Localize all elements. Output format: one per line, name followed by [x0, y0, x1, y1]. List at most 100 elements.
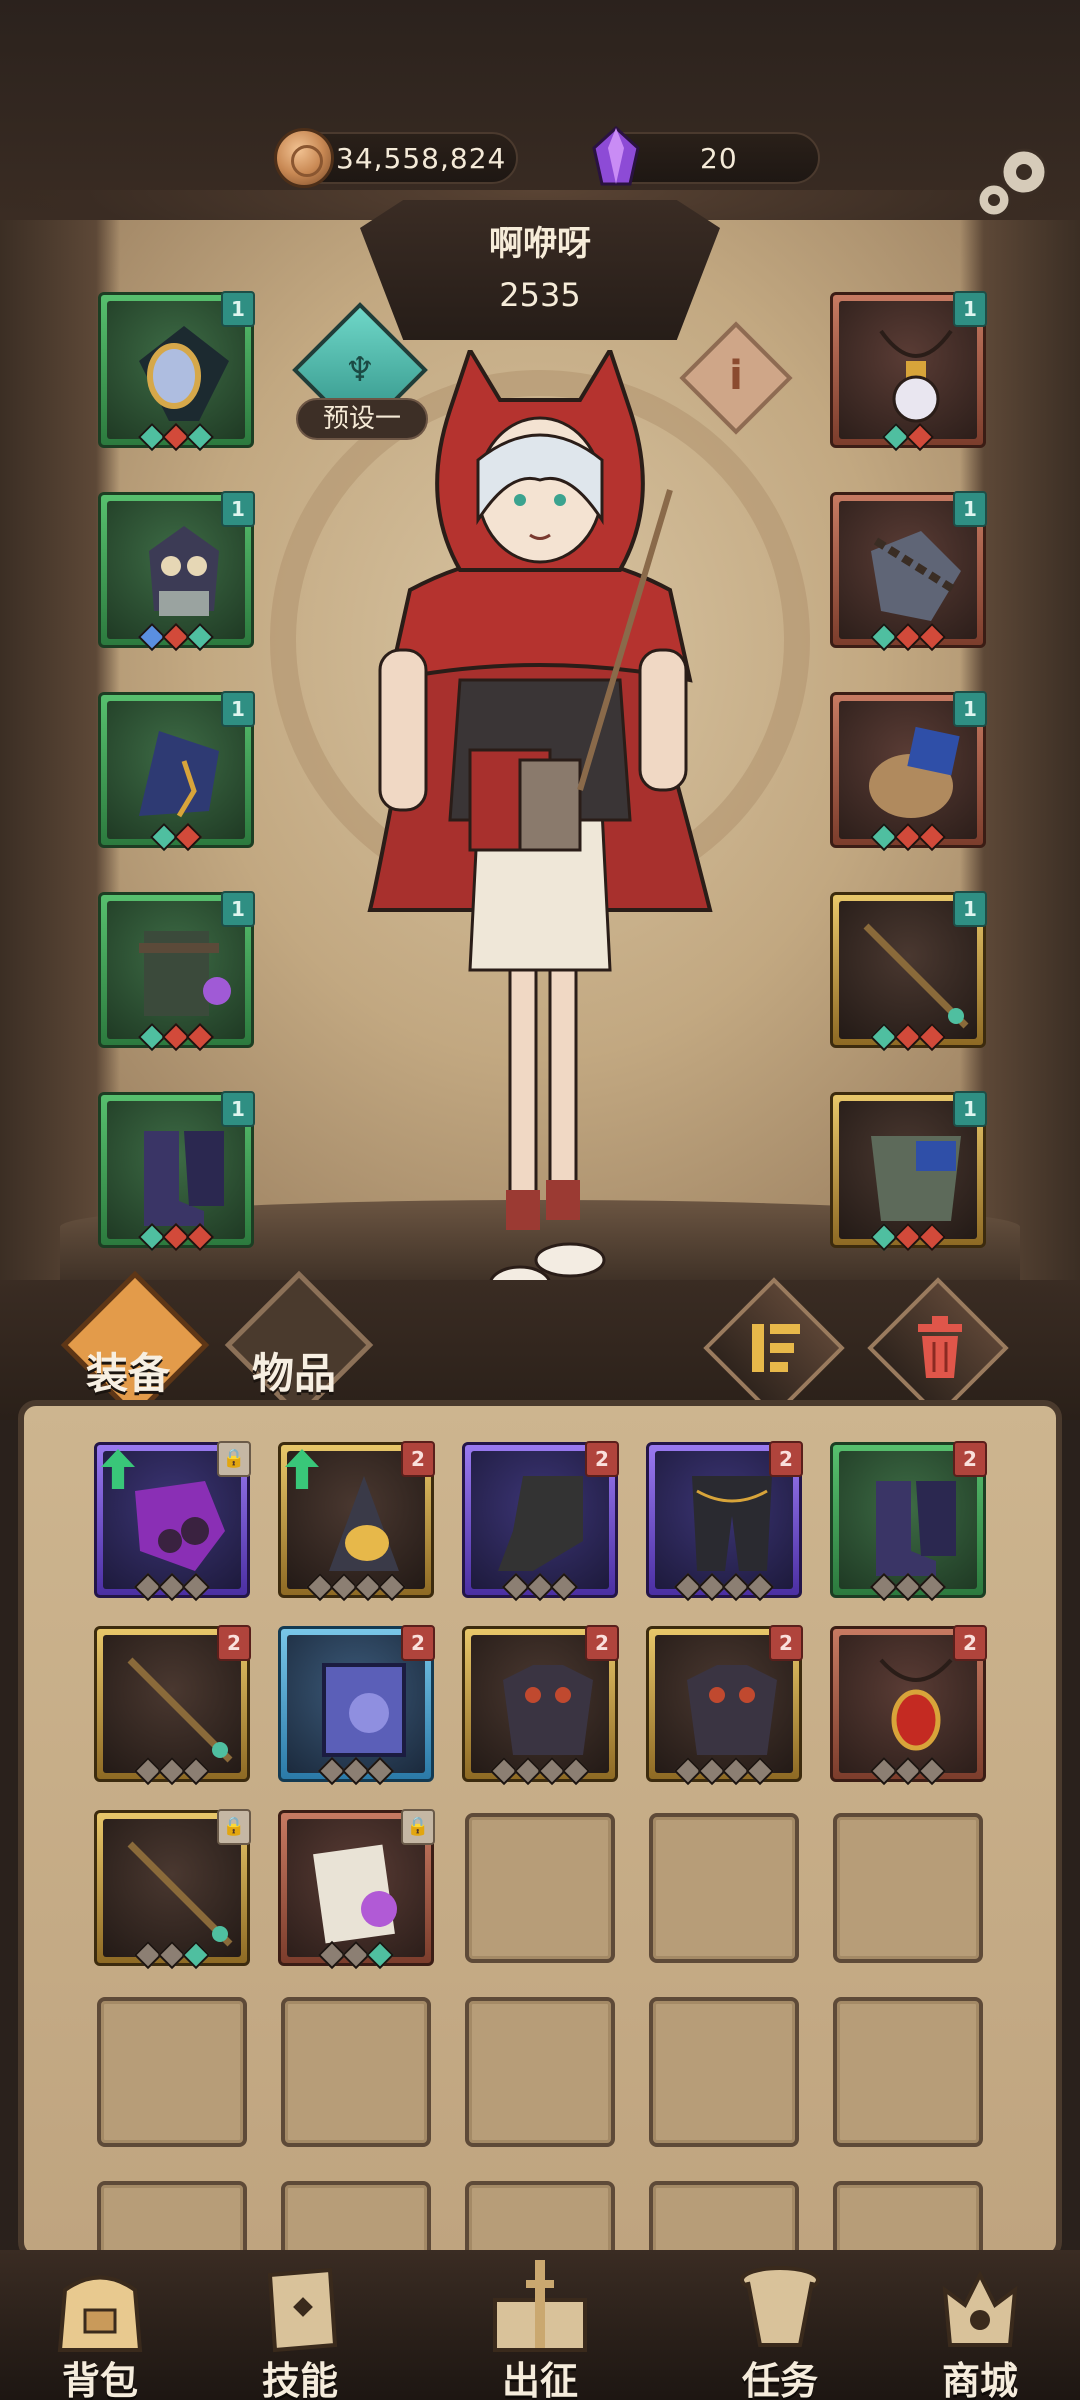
equip-slot-right-5[interactable]: 1: [830, 1091, 987, 1252]
inventory-slot-12[interactable]: 🔒: [278, 1809, 435, 1970]
equip-slot-left-3[interactable]: 1: [98, 691, 255, 852]
slot-tag: 1: [221, 891, 255, 927]
socket-gems: [97, 1756, 247, 1787]
empty-inventory-slot[interactable]: [833, 1997, 983, 2147]
tab-items[interactable]: 物品: [252, 1340, 336, 1401]
inventory-slot-2[interactable]: 2: [278, 1441, 435, 1602]
scroll-icon: [740, 2266, 820, 2347]
socket-gems: [833, 1222, 983, 1253]
socket-gems: [281, 1572, 431, 1603]
spellbook-icon: [322, 1663, 406, 1757]
socket-gems: [833, 1022, 983, 1053]
socket-gems: [101, 422, 251, 453]
empty-inventory-slot[interactable]: [649, 1997, 799, 2147]
empty-inventory-slot[interactable]: [97, 1997, 247, 2147]
socket-gems: [833, 1572, 983, 1603]
socket-gems: [101, 822, 251, 853]
gem-socket: [917, 1756, 947, 1786]
coin-counter[interactable]: 34,558,824: [274, 128, 518, 188]
wand-icon: [127, 1841, 233, 1947]
inventory-slot-4[interactable]: 2: [646, 1441, 803, 1602]
nav-label-bag: 背包: [61, 2359, 138, 2400]
slot-tag: 2: [769, 1625, 803, 1661]
empty-inventory-slot[interactable]: [465, 1997, 615, 2147]
gem-socket: [917, 622, 947, 652]
necklace-icon: [879, 329, 953, 423]
slot-tag: 2: [953, 1441, 987, 1477]
equip-slot-left-5[interactable]: 1: [98, 1091, 255, 1252]
socket-gems: [101, 622, 251, 653]
equip-slot-right-3[interactable]: 1: [830, 691, 987, 852]
gem-socket: [181, 1756, 211, 1786]
inventory-slot-3[interactable]: 2: [462, 1441, 619, 1602]
boots-icon: [876, 1481, 956, 1576]
inventory-slot-6[interactable]: 2: [94, 1625, 251, 1786]
socket-gems: [833, 1756, 983, 1787]
gem-socket: [185, 622, 215, 652]
scroll-potion-icon: [313, 1844, 397, 1944]
slot-tag: 2: [953, 1625, 987, 1661]
slot-tag: 1: [221, 1091, 255, 1127]
owl-familiar-icon: [149, 526, 219, 616]
nav-expedition[interactable]: 出征: [440, 2250, 640, 2400]
slot-tag: 2: [585, 1625, 619, 1661]
slot-tag: 2: [401, 1441, 435, 1477]
socket-gems: [833, 822, 983, 853]
equip-slot-right-2[interactable]: 1: [830, 491, 987, 652]
armor-icon: [503, 1665, 593, 1755]
gem-socket: [917, 1222, 947, 1252]
gem-value: 20: [700, 142, 738, 175]
inventory-slot-9[interactable]: 2: [646, 1625, 803, 1786]
gem-socket: [917, 822, 947, 852]
helmet-icon: [329, 1476, 399, 1571]
inventory-slot-1[interactable]: 🔒: [94, 1441, 251, 1602]
lock-icon: 🔒: [217, 1809, 251, 1845]
slot-tag: 2: [217, 1625, 251, 1661]
nav-skills[interactable]: 技能: [200, 2250, 400, 2400]
empty-inventory-slot[interactable]: [465, 1813, 615, 1963]
gem-socket: [185, 1022, 215, 1052]
slot-tag: 1: [953, 1091, 987, 1127]
gem-socket: [185, 422, 215, 452]
equip-slot-left-4[interactable]: 1: [98, 891, 255, 1052]
slot-tag: 1: [953, 291, 987, 327]
inventory-slot-10[interactable]: 2: [830, 1625, 987, 1786]
empty-inventory-slot[interactable]: [281, 1997, 431, 2147]
inventory-slot-11[interactable]: 🔒: [94, 1809, 251, 1970]
socket-gems: [281, 1756, 431, 1787]
gauntlet-icon: [135, 1481, 225, 1571]
slot-tag: 1: [953, 491, 987, 527]
equip-slot-right-4[interactable]: 1: [830, 891, 987, 1052]
socket-gems: [101, 1022, 251, 1053]
boots-icon: [144, 1131, 224, 1226]
hero-portrait[interactable]: [340, 350, 740, 1330]
nav-tasks[interactable]: 任务: [680, 2250, 880, 2400]
equip-slot-right-1[interactable]: 1: [830, 291, 987, 452]
gem-counter[interactable]: 20: [592, 126, 820, 186]
nav-label-shop: 商城: [941, 2359, 1018, 2400]
gem-socket: [365, 1756, 395, 1786]
lock-icon: 🔒: [217, 1441, 251, 1477]
cloak-accessory-icon: [871, 1136, 961, 1221]
skill-card-icon: [267, 2267, 338, 2353]
inventory-slot-8[interactable]: 2: [462, 1625, 619, 1786]
nav-shop[interactable]: 商城: [880, 2250, 1080, 2400]
inventory-slot-5[interactable]: 2: [830, 1441, 987, 1602]
gem-socket: [917, 1572, 947, 1602]
slot-tag: 1: [221, 691, 255, 727]
boot-icon: [498, 1476, 583, 1571]
sword-map-icon: [493, 2260, 587, 2352]
equip-slot-left-2[interactable]: 1: [98, 491, 255, 652]
nav-bag[interactable]: 背包: [0, 2250, 200, 2400]
nav-label-skills: 技能: [261, 2359, 338, 2400]
scroll-bag-icon: [869, 726, 960, 818]
socket-gems: [101, 1222, 251, 1253]
empty-inventory-slot[interactable]: [833, 1813, 983, 1963]
empty-inventory-slot[interactable]: [649, 1813, 799, 1963]
settings-gear-icon[interactable]: [972, 140, 1056, 224]
nav-label-tasks: 任务: [741, 2359, 818, 2400]
tab-equipment[interactable]: 装备: [86, 1340, 170, 1401]
gem-socket: [185, 1222, 215, 1252]
inventory-slot-7[interactable]: 2: [278, 1625, 435, 1786]
equip-slot-left-1[interactable]: 1: [98, 291, 255, 452]
